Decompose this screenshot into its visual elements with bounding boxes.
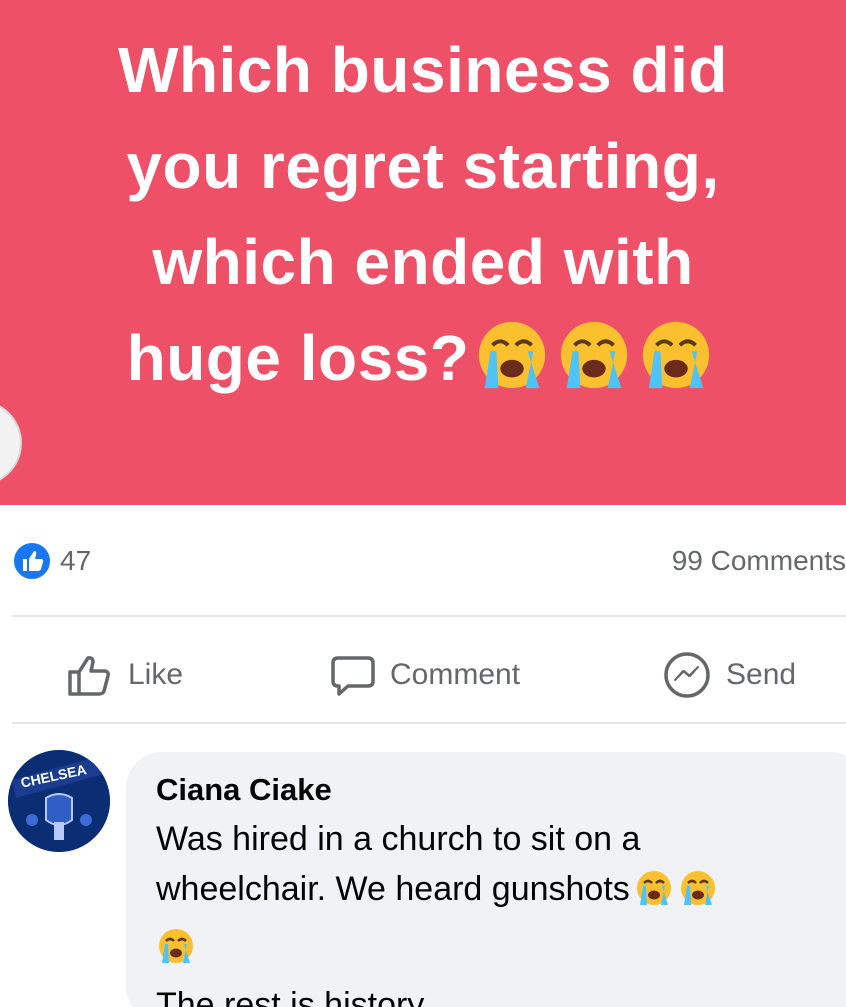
crying-face-emoji-icon [634,868,674,922]
post-question-line: you regret starting, [126,130,720,202]
thumbs-up-outline-icon [66,652,114,698]
crying-face-emoji-icon [473,316,551,420]
messenger-icon [662,650,712,700]
post-banner: Which business did you regret starting, … [0,0,846,505]
comment-label: Comment [390,658,521,691]
avatar[interactable]: CHELSEA [8,750,110,852]
comment-line-emoji-only [156,922,846,980]
post-question-line: which ended with [152,226,694,298]
divider [12,615,846,617]
crying-face-emoji-icon [555,316,633,420]
crying-face-emoji-icon [156,926,196,980]
crying-face-emoji-icon [637,316,715,420]
comment-bubble: Ciana Ciake Was hired in a church to sit… [126,752,846,1007]
like-count[interactable]: 47 [60,545,91,577]
comment-text: Was hired in a church to sit on a wheelc… [156,814,846,1007]
speech-bubble-icon [330,652,376,698]
post-question-line: huge loss? [126,322,470,394]
post-question-line-last: huge loss? [0,310,846,420]
like-label: Like [128,658,184,691]
divider [12,722,846,724]
comments-count-link[interactable]: 99 Comments [672,545,846,577]
post-question-line: Which business did [118,34,728,106]
send-label: Send [726,658,797,691]
comment-line-with-emoji: wheelchair. We heard gunshots [156,864,846,922]
thumbs-up-icon[interactable] [12,541,52,581]
post-actions: Like Comment Send [0,640,846,710]
comment-line: wheelchair. We heard gunshots [156,870,630,908]
comment-button[interactable]: Comment [330,648,520,702]
comment-author[interactable]: Ciana Ciake [156,772,332,808]
post-question: Which business did you regret starting, … [0,22,846,420]
comment-line: Was hired in a church to sit on a [156,820,641,858]
like-button[interactable]: Like [66,648,183,702]
crying-emoji-group [473,316,719,420]
send-button[interactable]: Send [662,648,796,702]
comment-line: The rest is history [156,986,425,1007]
crying-face-emoji-icon [678,868,718,922]
reaction-stats: 47 99 Comments [0,535,846,585]
